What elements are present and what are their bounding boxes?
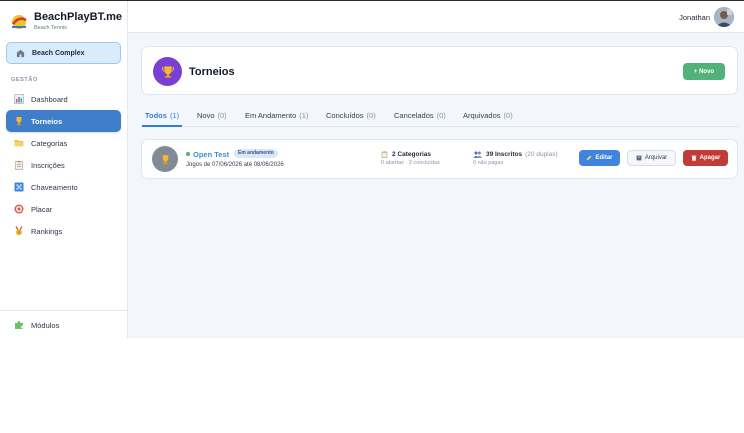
brand-logo-icon <box>12 15 27 29</box>
tournament-name-link[interactable]: Open Test <box>186 150 229 159</box>
top-bar: Jonathan <box>128 1 744 33</box>
sidebar-item-label: Inscrições <box>31 160 65 170</box>
tab-label: Concluídos <box>326 111 364 120</box>
tab-arquivados[interactable]: Arquivados (0) <box>463 111 513 120</box>
sidebar-nav: Dashboard Torneios Categorias Inscrições <box>6 88 121 242</box>
sidebar-item-modulos[interactable]: Módulos <box>0 310 127 339</box>
sidebar-item-label: Chaveamento <box>31 182 78 192</box>
tab-label: Novo <box>197 111 215 120</box>
tab-count: (1) <box>169 111 180 120</box>
delete-button[interactable]: Apagar <box>683 150 728 166</box>
section-label-gestao: GESTÃO <box>11 77 38 83</box>
trophy-icon <box>153 57 182 86</box>
tab-count: (0) <box>366 111 376 120</box>
archive-label: Arquivar <box>644 155 668 161</box>
inscritos-detail: 0 não pagas <box>473 160 504 166</box>
tournament-card: Open Test Em andamento Jogos de 07/06/20… <box>141 139 738 179</box>
trophy-icon <box>14 116 24 126</box>
status-tabs: Todos (1) Novo (0) Em Andamento (1) Concluí… <box>141 105 738 127</box>
users-icon <box>473 151 482 158</box>
tab-label: Arquivados <box>463 111 501 120</box>
archive-icon <box>636 155 642 161</box>
categories-summary: 2 Categorias 0 abertas · 2 concluídas <box>381 151 440 166</box>
sidebar-item-label: Torneios <box>31 116 63 126</box>
new-tournament-button[interactable]: + Novo <box>683 63 725 80</box>
tab-count: (0) <box>503 111 513 120</box>
complex-label: Beach Complex <box>32 49 85 57</box>
brand-subtitle: Beach Tennis <box>34 25 67 31</box>
sidebar-item-inscricoes[interactable]: Inscrições <box>6 154 121 176</box>
categories-count: 2 Categorias <box>392 151 432 158</box>
target-icon <box>14 204 24 214</box>
tournament-dates: Jogos de 07/06/2026 até 08/06/2026 <box>186 162 284 168</box>
brand-name: BeachPlayBT.me <box>34 11 123 23</box>
sidebar-item-label: Placar <box>31 204 53 214</box>
sidebar-item-categorias[interactable]: Categorias <box>6 132 121 154</box>
tab-count: (0) <box>217 111 227 120</box>
edit-label: Editar <box>595 155 613 161</box>
folder-icon <box>14 138 24 148</box>
status-dot-icon <box>186 152 190 157</box>
sidebar-item-chaveamento[interactable]: Chaveamento <box>6 176 121 198</box>
trash-icon <box>691 155 697 161</box>
clipboard-icon <box>14 160 24 170</box>
inscritos-duplas: (20 duplas) <box>525 151 558 158</box>
sidebar-item-dashboard[interactable]: Dashboard <box>6 88 121 110</box>
sidebar-item-rankings[interactable]: Rankings <box>6 220 121 242</box>
sidebar-item-label: Rankings <box>31 226 63 236</box>
tab-label: Cancelados <box>394 111 434 120</box>
username[interactable]: Jonathan <box>679 13 710 22</box>
sidebar-item-label: Categorias <box>31 138 68 148</box>
sidebar-item-label: Dashboard <box>31 94 68 104</box>
tab-todos[interactable]: Todos (1) <box>145 111 179 120</box>
tournament-name: Open Test <box>193 150 230 159</box>
sidebar: BeachPlayBT.me Beach Tennis Beach Comple… <box>0 1 128 338</box>
clipboard-icon <box>381 151 388 158</box>
brand[interactable]: BeachPlayBT.me Beach Tennis <box>10 10 125 36</box>
tab-novo[interactable]: Novo (0) <box>197 111 227 120</box>
trophy-icon <box>152 146 178 172</box>
inscritos-count: 39 Inscritos <box>486 151 523 158</box>
complex-selector[interactable]: Beach Complex <box>6 42 121 64</box>
app-window: BeachPlayBT.me Beach Tennis Beach Comple… <box>0 0 744 338</box>
inscritos-summary: 39 Inscritos (20 duplas) 0 não pagas <box>473 151 558 166</box>
puzzle-icon <box>14 320 24 330</box>
tab-em-andamento[interactable]: Em Andamento (1) <box>245 111 308 120</box>
tab-concluidos[interactable]: Concluídos (0) <box>326 111 376 120</box>
tab-label: Em Andamento <box>245 111 297 120</box>
tab-count: (1) <box>299 111 309 120</box>
tab-label: Todos <box>145 111 167 120</box>
sidebar-item-torneios[interactable]: Torneios <box>6 110 121 132</box>
page-title: Torneios <box>189 66 235 78</box>
bar-chart-icon <box>14 94 24 104</box>
tab-cancelados[interactable]: Cancelados (0) <box>394 111 446 120</box>
delete-label: Apagar <box>699 155 721 161</box>
modules-label: Módulos <box>31 320 60 330</box>
pencil-icon <box>586 155 592 161</box>
active-tab-indicator <box>142 125 182 127</box>
avatar[interactable] <box>714 7 734 27</box>
page-header-card: Torneios + Novo <box>141 46 738 95</box>
archive-button[interactable]: Arquivar <box>627 150 676 166</box>
bracket-icon <box>14 182 24 192</box>
edit-button[interactable]: Editar <box>579 150 620 166</box>
medal-icon <box>14 226 24 236</box>
sidebar-item-placar[interactable]: Placar <box>6 198 121 220</box>
building-icon <box>15 48 25 58</box>
categories-detail: 0 abertas · 2 concluídas <box>381 160 440 166</box>
status-badge: Em andamento <box>234 149 278 158</box>
tab-count: (0) <box>436 111 446 120</box>
